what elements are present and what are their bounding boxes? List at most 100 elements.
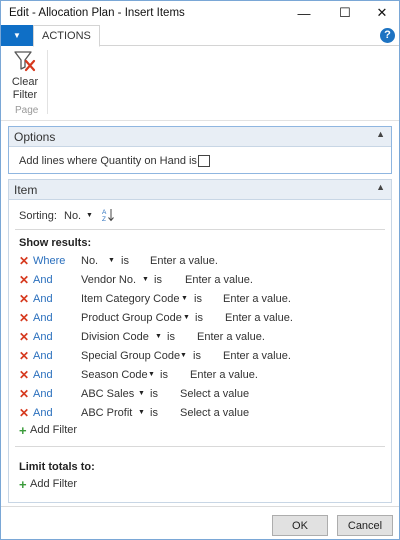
filter-value[interactable]: Enter a value.	[223, 293, 291, 305]
filter-value[interactable]: Select a value	[180, 407, 249, 419]
filter-field[interactable]: Product Group Code	[81, 312, 182, 324]
title-bar: Edit - Allocation Plan - Insert Items — …	[1, 1, 399, 25]
add-lines-label: Add lines where Quantity on Hand is 0:	[19, 155, 210, 167]
sorting-select[interactable]: No.	[64, 210, 81, 222]
filter-operator: is	[195, 312, 203, 324]
collapse-icon[interactable]: ▲	[376, 129, 385, 139]
filter-value[interactable]: Select a value	[180, 388, 249, 400]
chevron-down-icon[interactable]: ▼	[148, 371, 155, 378]
maximize-button[interactable]: ☐	[331, 1, 359, 25]
ribbon: Clear Filter Page	[1, 46, 399, 121]
chevron-down-icon[interactable]: ▼	[142, 276, 149, 283]
ribbon-group-label: Page	[15, 105, 39, 116]
dialog-window: Edit - Allocation Plan - Insert Items — …	[0, 0, 400, 540]
tab-actions[interactable]: ACTIONS	[33, 25, 100, 47]
add-icon: +	[19, 423, 27, 438]
filter-field[interactable]: Item Category Code	[81, 293, 179, 305]
add-lines-checkbox[interactable]	[198, 155, 210, 167]
item-panel-header[interactable]: Item ▲	[9, 180, 391, 200]
help-icon[interactable]: ?	[380, 28, 395, 43]
window-title: Edit - Allocation Plan - Insert Items	[9, 7, 185, 19]
options-panel-title: Options	[14, 130, 56, 144]
minimize-button[interactable]: —	[290, 1, 318, 25]
filter-operator: is	[150, 388, 158, 400]
ribbon-tab-bar: ▼ ACTIONS ?	[1, 25, 399, 47]
filter-connector[interactable]: And	[33, 331, 53, 343]
filter-value[interactable]: Enter a value.	[223, 350, 291, 362]
divider	[15, 229, 385, 230]
item-panel-title: Item	[14, 183, 38, 197]
remove-filter-icon[interactable]: ✕	[19, 254, 29, 268]
ribbon-group-divider	[47, 50, 48, 114]
filter-operator: is	[150, 407, 158, 419]
options-panel-header[interactable]: Options ▲	[9, 127, 391, 147]
filter-connector[interactable]: And	[33, 293, 53, 305]
chevron-down-icon[interactable]: ▼	[138, 409, 145, 416]
remove-filter-icon[interactable]: ✕	[19, 387, 29, 401]
filter-field[interactable]: ABC Sales	[81, 388, 134, 400]
remove-filter-icon[interactable]: ✕	[19, 330, 29, 344]
chevron-down-icon[interactable]: ▼	[86, 212, 93, 219]
filter-row: ✕ And ABC Profit ▼ is Select a value	[9, 406, 391, 425]
filter-value[interactable]: Enter a value.	[150, 255, 218, 267]
close-button[interactable]: ✕	[368, 1, 396, 25]
filter-value[interactable]: Enter a value.	[190, 369, 258, 381]
svg-text:A: A	[102, 209, 107, 216]
item-panel: Item ▲ Sorting: No. ▼ A Z Show results: …	[8, 179, 392, 503]
filter-connector[interactable]: And	[33, 407, 53, 419]
remove-filter-icon[interactable]: ✕	[19, 311, 29, 325]
ok-button[interactable]: OK	[272, 515, 328, 536]
filter-operator: is	[193, 350, 201, 362]
filter-connector[interactable]: And	[33, 274, 53, 286]
chevron-down-icon[interactable]: ▼	[180, 352, 187, 359]
filter-field[interactable]: No.	[81, 255, 98, 267]
remove-filter-icon[interactable]: ✕	[19, 292, 29, 306]
filter-operator: is	[194, 293, 202, 305]
filter-row: ✕ And Vendor No. ▼ is Enter a value.	[9, 273, 391, 292]
remove-filter-icon[interactable]: ✕	[19, 349, 29, 363]
filter-row: ✕ And Special Group Code ▼ is Enter a va…	[9, 349, 391, 368]
clear-filter-label-line2: Filter	[12, 89, 38, 101]
chevron-down-icon: ▼	[13, 31, 21, 40]
chevron-down-icon[interactable]: ▼	[183, 314, 190, 321]
limit-totals-label: Limit totals to:	[19, 461, 95, 473]
chevron-down-icon[interactable]: ▼	[138, 390, 145, 397]
filter-value[interactable]: Enter a value.	[197, 331, 265, 343]
filter-connector[interactable]: Where	[33, 255, 65, 267]
collapse-icon[interactable]: ▲	[376, 182, 385, 192]
chevron-down-icon[interactable]: ▼	[155, 333, 162, 340]
filter-operator: is	[167, 331, 175, 343]
filter-field[interactable]: Special Group Code	[81, 350, 180, 362]
filter-row: ✕ And Division Code ▼ is Enter a value.	[9, 330, 391, 349]
sorting-label: Sorting:	[19, 210, 57, 222]
filter-field[interactable]: Vendor No.	[81, 274, 136, 286]
footer-divider	[1, 506, 399, 507]
filter-row: ✕ And Item Category Code ▼ is Enter a va…	[9, 292, 391, 311]
chevron-down-icon[interactable]: ▼	[108, 257, 115, 264]
filter-field[interactable]: Division Code	[81, 331, 149, 343]
limit-add-filter-label: Add Filter	[30, 478, 78, 490]
remove-filter-icon[interactable]: ✕	[19, 406, 29, 420]
add-icon: +	[19, 477, 27, 492]
filter-field[interactable]: ABC Profit	[81, 407, 132, 419]
app-menu-button[interactable]: ▼	[1, 25, 33, 46]
filter-connector[interactable]: And	[33, 350, 53, 362]
filter-value[interactable]: Enter a value.	[185, 274, 253, 286]
add-filter-button[interactable]: + Add Filter	[9, 423, 129, 442]
filter-connector[interactable]: And	[33, 312, 53, 324]
chevron-down-icon[interactable]: ▼	[181, 295, 188, 302]
clear-filter-button[interactable]: Clear Filter	[7, 50, 43, 102]
remove-filter-icon[interactable]: ✕	[19, 368, 29, 382]
filter-field[interactable]: Season Code	[81, 369, 148, 381]
sort-direction-icon[interactable]: A Z	[101, 207, 115, 223]
divider	[15, 446, 385, 447]
filter-connector[interactable]: And	[33, 388, 53, 400]
filter-operator: is	[160, 369, 168, 381]
cancel-button[interactable]: Cancel	[337, 515, 393, 536]
filter-value[interactable]: Enter a value.	[225, 312, 293, 324]
filter-connector[interactable]: And	[33, 369, 53, 381]
remove-filter-icon[interactable]: ✕	[19, 273, 29, 287]
limit-add-filter-button[interactable]: + Add Filter	[9, 477, 129, 496]
show-results-label: Show results:	[19, 237, 92, 249]
filter-operator: is	[154, 274, 162, 286]
